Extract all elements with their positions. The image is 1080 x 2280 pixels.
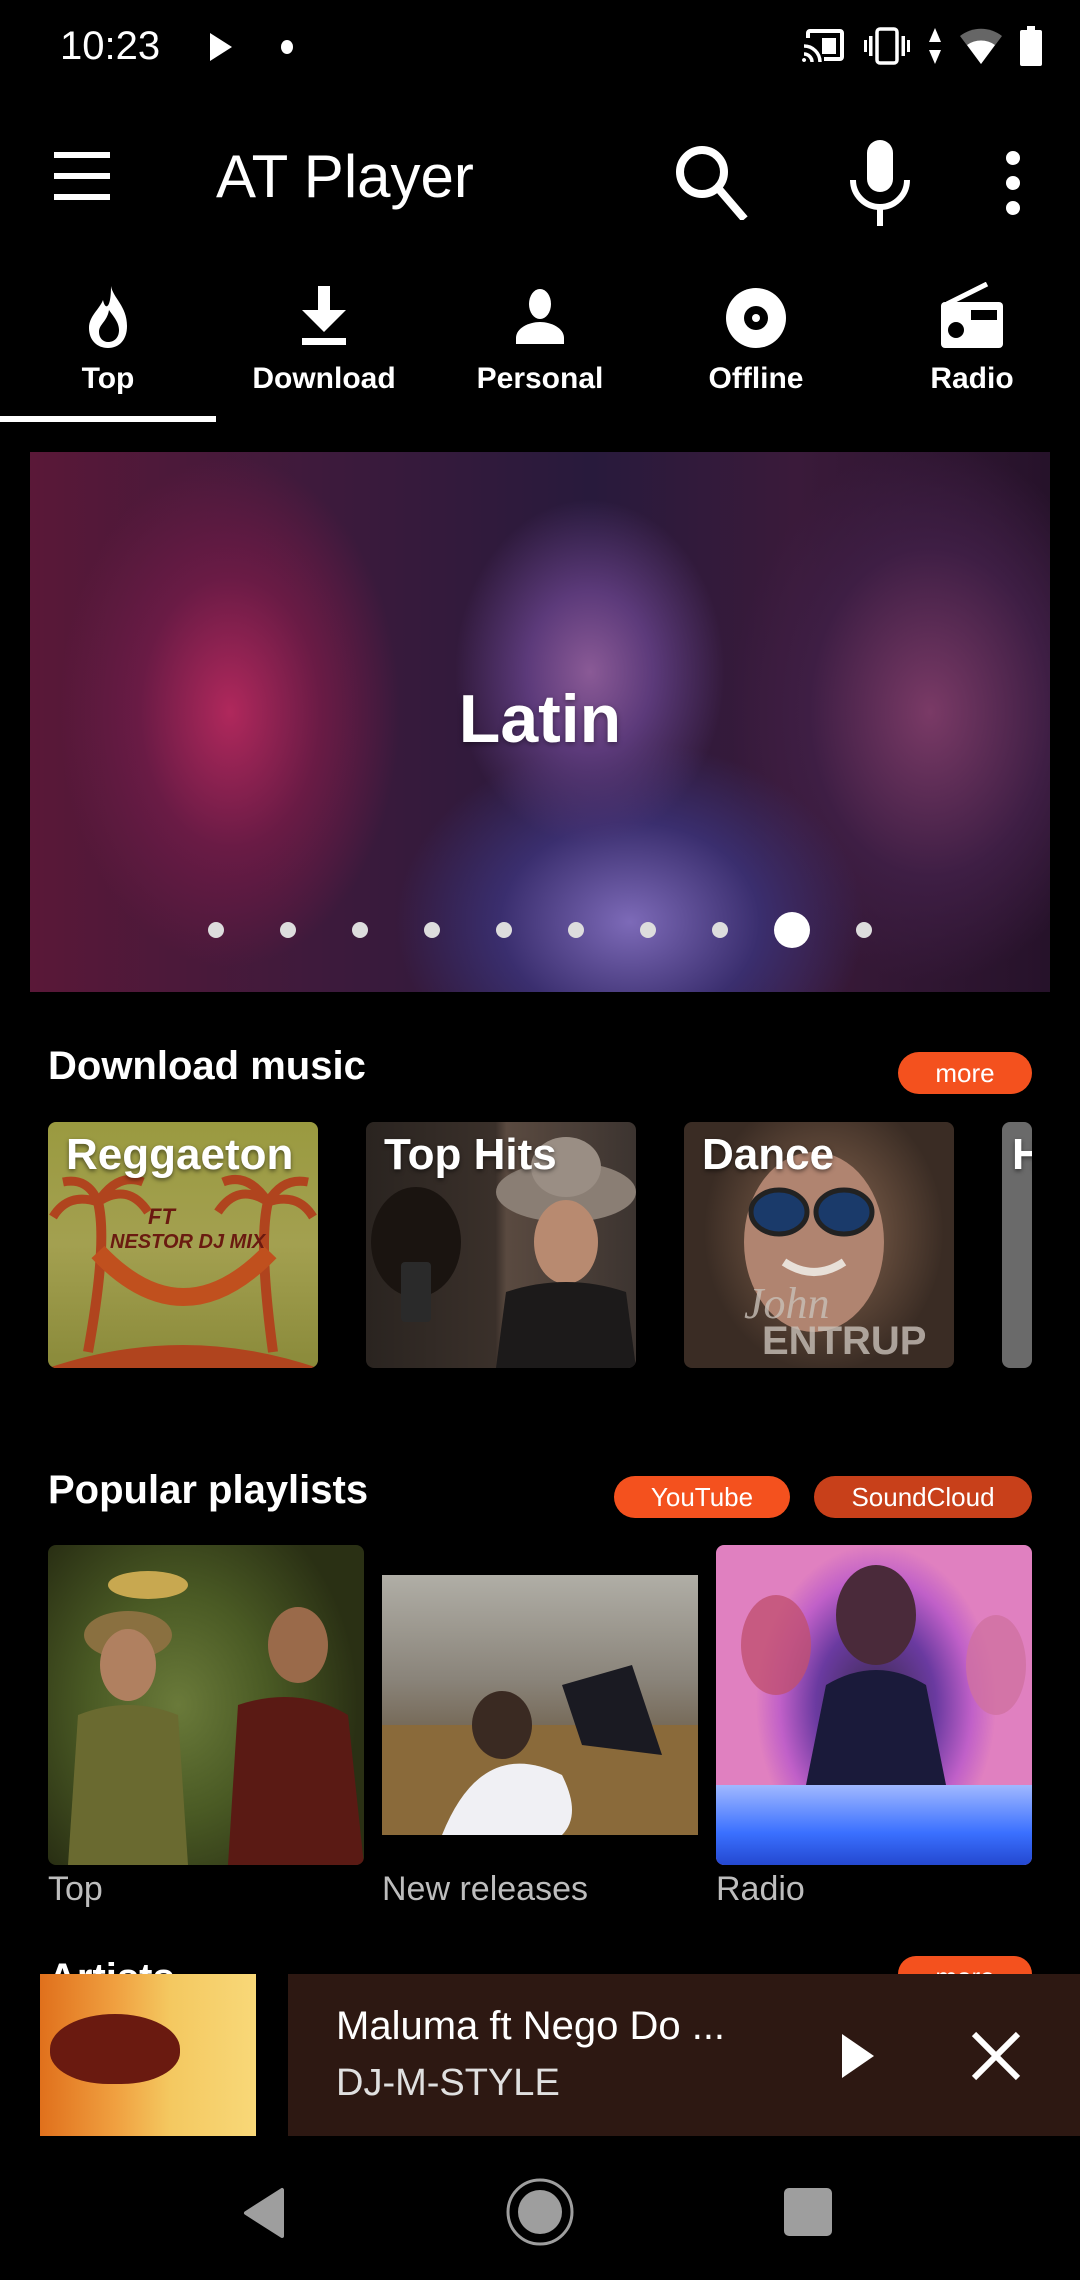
artists-title: Artists <box>48 1950 175 1974</box>
carousel-dot[interactable] <box>208 922 224 938</box>
app-bar: AT Player <box>0 120 1080 236</box>
svg-text:NESTOR DJ MIX: NESTOR DJ MIX <box>110 1231 267 1253</box>
card-label: Dance <box>702 1130 835 1179</box>
playlist-label-radio: Radio <box>716 1870 805 1908</box>
more-vert-icon[interactable] <box>995 148 1031 218</box>
carousel-dot[interactable] <box>856 922 872 938</box>
carousel-dot[interactable] <box>280 922 296 938</box>
tab-label: Offline <box>708 362 804 395</box>
vibrate-icon <box>864 27 910 65</box>
home-icon[interactable] <box>504 2176 576 2248</box>
app-title: AT Player <box>216 143 474 210</box>
download-card-top-hits[interactable]: Top Hits <box>366 1122 636 1368</box>
carousel-dot[interactable] <box>640 922 656 938</box>
tab-label: Download <box>252 362 396 395</box>
playlist-card-radio[interactable] <box>716 1545 1032 1865</box>
tab-indicator <box>0 416 216 422</box>
system-nav-bar <box>0 2136 1080 2280</box>
artists-more-button[interactable]: more <box>898 1956 1032 1974</box>
tab-label: Radio <box>930 362 1014 395</box>
tab-radio[interactable]: Radio <box>864 270 1080 422</box>
status-time: 10:23 <box>60 24 161 68</box>
mini-player-bar[interactable]: Maluma ft Nego Do ... DJ-M-STYLE <box>288 1974 1080 2136</box>
tab-personal[interactable]: Personal <box>432 270 648 422</box>
play-icon[interactable] <box>828 2026 888 2086</box>
mic-icon[interactable] <box>845 138 915 228</box>
hero-title: Latin <box>458 681 622 757</box>
card-artwork-water <box>716 1785 1032 1865</box>
playlist-label-top: Top <box>48 1870 103 1908</box>
close-icon[interactable] <box>968 2028 1024 2084</box>
radio-icon <box>941 282 1003 348</box>
disc-icon <box>726 288 786 348</box>
tab-label: Top <box>81 362 135 395</box>
menu-icon-bar <box>54 194 110 200</box>
tab-download[interactable]: Download <box>216 270 432 422</box>
recent-apps-icon[interactable] <box>784 2188 832 2236</box>
soundcloud-source-button[interactable]: SoundCloud <box>814 1476 1032 1518</box>
download-music-more-button[interactable]: more <box>898 1052 1032 1094</box>
carousel-dot[interactable] <box>424 922 440 938</box>
carousel-dot[interactable] <box>496 922 512 938</box>
svg-text:ENTRUP: ENTRUP <box>762 1319 926 1363</box>
card-artwork <box>68 1571 364 1865</box>
mini-player[interactable]: Maluma ft Nego Do ... DJ-M-STYLE <box>0 1974 1080 2136</box>
tab-offline[interactable]: Offline <box>648 270 864 422</box>
carousel-dot-active[interactable] <box>774 912 810 948</box>
hero-banner[interactable]: Latin <box>30 452 1050 992</box>
menu-button[interactable] <box>50 152 114 200</box>
card-artwork <box>382 1575 698 1835</box>
data-arrows-icon <box>929 28 941 64</box>
download-card-dance[interactable]: John ENTRUP Dance <box>684 1122 954 1368</box>
tab-label: Personal <box>476 362 604 395</box>
card-label: H <box>1012 1130 1032 1179</box>
carousel-page-indicator <box>30 910 1050 950</box>
now-playing-artist: DJ-M-STYLE <box>336 2062 560 2104</box>
media-play-icon <box>210 33 232 61</box>
carousel-dot[interactable] <box>352 922 368 938</box>
wifi-icon <box>960 28 1002 64</box>
youtube-source-button[interactable]: YouTube <box>614 1476 790 1518</box>
svg-text:FT: FT <box>148 1204 176 1229</box>
artwork-detail <box>50 2014 180 2084</box>
playlist-card-top[interactable] <box>48 1545 364 1865</box>
status-icons <box>802 26 1042 66</box>
card-artwork-drawing <box>382 1665 698 1835</box>
popular-playlists-title: Popular playlists <box>48 1468 369 1512</box>
tab-bar: Top Download Personal Offline Radio <box>0 270 1080 422</box>
notification-dot-icon <box>281 40 293 54</box>
fire-icon <box>89 286 127 348</box>
tab-top[interactable]: Top <box>0 270 216 422</box>
back-icon[interactable] <box>240 2186 290 2240</box>
playlist-label-new-releases: New releases <box>382 1870 588 1908</box>
card-label: Top Hits <box>384 1130 557 1179</box>
carousel-dot[interactable] <box>712 922 728 938</box>
carousel-dot[interactable] <box>568 922 584 938</box>
menu-icon-bar <box>54 173 110 179</box>
download-card-reggaeton[interactable]: FT NESTOR DJ MIX Reggaeton <box>48 1122 318 1368</box>
cast-icon <box>802 29 844 64</box>
playlist-card-new-releases[interactable] <box>382 1545 698 1865</box>
card-label: Reggaeton <box>66 1130 294 1179</box>
battery-icon <box>1020 26 1042 66</box>
now-playing-artwork <box>40 1974 256 2136</box>
person-icon <box>516 289 564 344</box>
download-card-partial[interactable]: H <box>1002 1122 1032 1368</box>
menu-icon <box>54 152 110 158</box>
search-icon[interactable] <box>670 140 750 220</box>
download-music-title: Download music <box>48 1044 366 1088</box>
download-icon <box>302 286 346 345</box>
status-bar: 10:23 <box>0 0 1080 95</box>
now-playing-title: Maluma ft Nego Do ... <box>336 2004 726 2048</box>
